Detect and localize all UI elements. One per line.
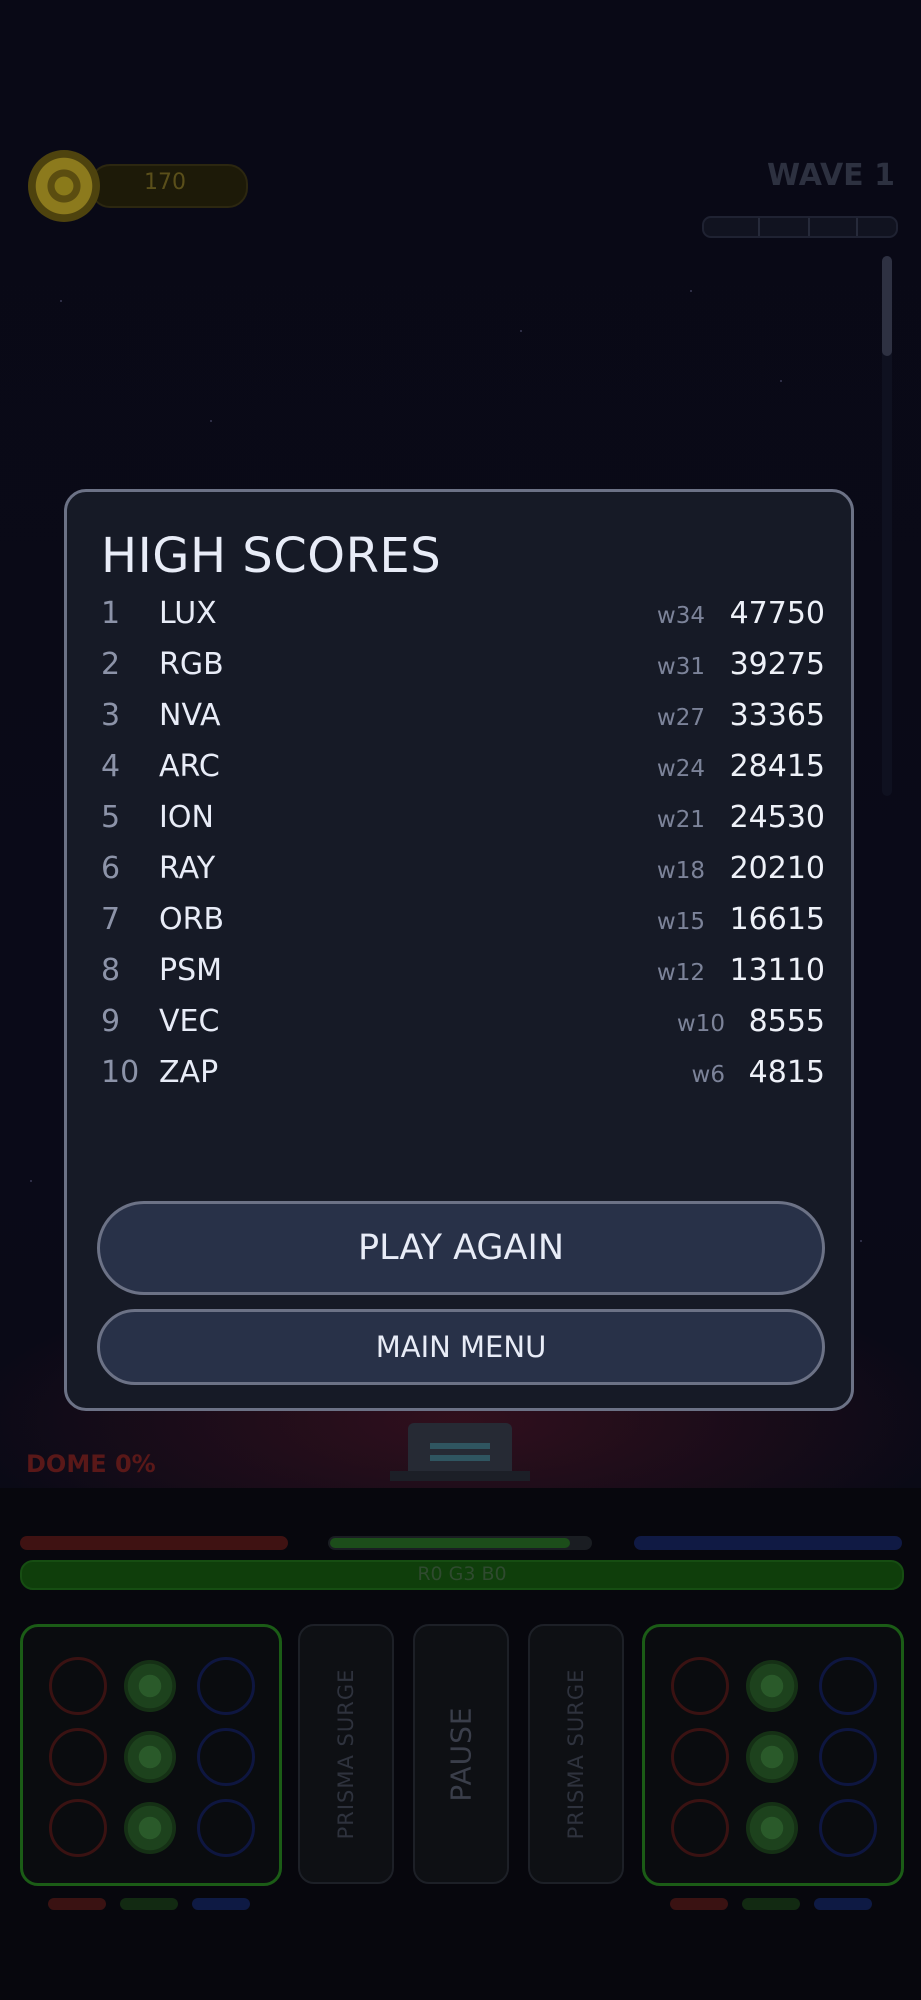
score-rank: 7 — [101, 902, 121, 937]
player-name: NVA — [159, 698, 221, 733]
score-value: 47750 — [729, 596, 825, 631]
left-prisma-surge-button[interactable]: PRISMA SURGE — [298, 1624, 394, 1884]
score-rank: 9 — [101, 1004, 121, 1039]
score-row: 9 VEC w10 8555 — [101, 998, 825, 1049]
blue-slot-icon[interactable] — [819, 1728, 877, 1786]
green-gem-icon[interactable] — [124, 1731, 176, 1783]
left-blue-indicator — [192, 1898, 250, 1910]
score-value: 4815 — [748, 1055, 825, 1090]
red-slot-icon[interactable] — [49, 1728, 107, 1786]
wave-reached: w31 — [656, 654, 705, 680]
wave-reached: w10 — [676, 1011, 725, 1037]
green-gem-icon[interactable] — [746, 1660, 798, 1712]
score-value: 28415 — [729, 749, 825, 784]
player-name: RAY — [159, 851, 216, 886]
turret — [390, 1405, 530, 1485]
score-value: 24530 — [729, 800, 825, 835]
player-name: ZAP — [159, 1055, 219, 1090]
player-name: ARC — [159, 749, 220, 784]
score-row: 10 ZAP w6 4815 — [101, 1049, 825, 1100]
player-name: VEC — [159, 1004, 220, 1039]
high-scores-title: HIGH SCORES — [101, 528, 442, 584]
score-row: 3 NVA w27 33365 — [101, 692, 825, 743]
red-energy-bar — [20, 1536, 288, 1550]
left-green-indicator — [120, 1898, 178, 1910]
score-value: 20210 — [729, 851, 825, 886]
red-slot-icon[interactable] — [671, 1657, 729, 1715]
right-red-indicator — [670, 1898, 728, 1910]
blue-slot-icon[interactable] — [819, 1657, 877, 1715]
score-value: 33365 — [729, 698, 825, 733]
wave-reached: w15 — [656, 909, 705, 935]
score-row: 4 ARC w24 28415 — [101, 743, 825, 794]
score-value: 13110 — [729, 953, 825, 988]
player-name: ION — [159, 800, 214, 835]
score-value: 16615 — [729, 902, 825, 937]
blue-slot-icon[interactable] — [197, 1799, 255, 1857]
rgb-readout: R0 G3 B0 — [417, 1563, 507, 1585]
right-green-indicator — [742, 1898, 800, 1910]
right-color-pod[interactable] — [642, 1624, 904, 1886]
blue-slot-icon[interactable] — [197, 1657, 255, 1715]
wave-progress-bar — [702, 216, 898, 238]
player-name: LUX — [159, 596, 217, 631]
wave-reached: w18 — [656, 858, 705, 884]
player-name: PSM — [159, 953, 223, 988]
score-rank: 4 — [101, 749, 121, 784]
score-row: 7 ORB w15 16615 — [101, 896, 825, 947]
wave-reached: w27 — [656, 705, 705, 731]
green-gem-icon[interactable] — [746, 1802, 798, 1854]
score-rank: 10 — [101, 1055, 140, 1090]
score-rank: 6 — [101, 851, 121, 886]
score-value: 8555 — [748, 1004, 825, 1039]
score-rank: 8 — [101, 953, 121, 988]
score-rank: 1 — [101, 596, 121, 631]
score-row: 1 LUX w34 47750 — [101, 590, 825, 641]
left-red-indicator — [48, 1898, 106, 1910]
player-name: ORB — [159, 902, 225, 937]
score-row: 6 RAY w18 20210 — [101, 845, 825, 896]
green-gem-icon[interactable] — [746, 1731, 798, 1783]
wave-reached: w24 — [656, 756, 705, 782]
right-prisma-surge-button[interactable]: PRISMA SURGE — [528, 1624, 624, 1884]
wave-reached: w34 — [656, 603, 705, 629]
blue-energy-bar — [634, 1536, 902, 1550]
green-gem-icon[interactable] — [124, 1802, 176, 1854]
score-row: 8 PSM w12 13110 — [101, 947, 825, 998]
score-rank: 2 — [101, 647, 121, 682]
score-row: 2 RGB w31 39275 — [101, 641, 825, 692]
high-scores-dialog: HIGH SCORES 1 LUX w34 47750 2 RGB w31 39275 3 NVA… — [64, 489, 854, 1411]
green-gem-icon[interactable] — [124, 1660, 176, 1712]
score-value: 39275 — [729, 647, 825, 682]
red-slot-icon[interactable] — [671, 1728, 729, 1786]
green-energy-fill — [330, 1538, 570, 1548]
score-rank: 5 — [101, 800, 121, 835]
side-scroll-thumb[interactable] — [882, 256, 892, 356]
right-prisma-surge-label: PRISMA SURGE — [564, 1668, 588, 1840]
left-color-pod[interactable] — [20, 1624, 282, 1886]
red-slot-icon[interactable] — [49, 1799, 107, 1857]
coin-icon — [28, 150, 100, 222]
wave-reached: w21 — [656, 807, 705, 833]
coin-counter: 170 — [28, 150, 248, 222]
pause-label: PAUSE — [444, 1706, 478, 1802]
dome-status: DOME 0% — [26, 1450, 156, 1478]
coin-count: 170 — [144, 170, 186, 195]
red-slot-icon[interactable] — [671, 1799, 729, 1857]
score-row: 5 ION w21 24530 — [101, 794, 825, 845]
pause-button[interactable]: PAUSE — [413, 1624, 509, 1884]
main-menu-button[interactable]: MAIN MENU — [97, 1309, 825, 1385]
player-name: RGB — [159, 647, 224, 682]
right-blue-indicator — [814, 1898, 872, 1910]
blue-slot-icon[interactable] — [819, 1799, 877, 1857]
wave-reached: w6 — [691, 1062, 725, 1088]
score-rank: 3 — [101, 698, 121, 733]
wave-indicator: WAVE 1 — [767, 158, 895, 193]
wave-reached: w12 — [656, 960, 705, 986]
blue-slot-icon[interactable] — [197, 1728, 255, 1786]
red-slot-icon[interactable] — [49, 1657, 107, 1715]
play-again-button[interactable]: PLAY AGAIN — [97, 1201, 825, 1295]
left-prisma-surge-label: PRISMA SURGE — [334, 1668, 358, 1840]
